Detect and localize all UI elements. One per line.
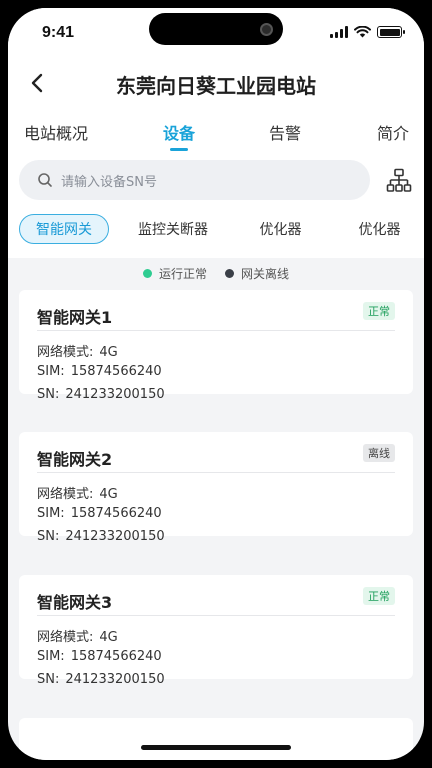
card-divider <box>37 472 395 473</box>
legend-dot-normal <box>142 269 152 278</box>
network-mode-value: 4G <box>99 487 118 502</box>
active-tab-indicator <box>170 148 188 151</box>
sn-row: SN: 241233200150 <box>37 672 165 687</box>
sn-value: 241233200150 <box>65 529 165 544</box>
sn-row: SN: 241233200150 <box>37 387 165 402</box>
sn-value: 241233200150 <box>65 387 165 402</box>
camera-icon <box>260 23 273 36</box>
device-type-filter: 智能网关 监控关断器 优化器 优化器 <box>19 214 424 244</box>
status-icons <box>330 26 405 38</box>
page-title: 东莞向日葵工业园电站 <box>116 74 316 98</box>
network-mode-label: 网络模式: <box>37 345 94 360</box>
cellular-signal-icon <box>330 26 348 38</box>
sim-row: SIM: 15874566240 <box>37 649 162 664</box>
tab-intro[interactable]: 简介 <box>377 120 409 144</box>
filter-chip-optimizer-2[interactable]: 优化器 <box>336 214 423 244</box>
search-icon <box>38 173 52 187</box>
sim-row: SIM: 15874566240 <box>37 364 162 379</box>
sim-value: 15874566240 <box>70 506 162 521</box>
filter-chip-monitor-shutdown[interactable]: 监控关断器 <box>121 214 225 244</box>
tab-devices[interactable]: 设备 <box>163 120 195 144</box>
device-card[interactable]: 智能网关3 正常 网络模式: 4G SIM: 15874566240 SN: 2412… <box>19 575 413 687</box>
sim-label: SIM: <box>37 364 65 379</box>
sn-row: SN: 241233200150 <box>37 529 165 544</box>
legend-normal: 运行正常 <box>142 265 207 282</box>
filter-chip-optimizer[interactable]: 优化器 <box>237 214 324 244</box>
device-card-partial[interactable] <box>19 718 413 760</box>
tab-alarms[interactable]: 告警 <box>269 120 301 144</box>
search-placeholder: 请输入设备SN号 <box>61 174 157 190</box>
sn-label: SN: <box>37 672 60 687</box>
card-divider <box>37 330 395 331</box>
sim-value: 15874566240 <box>70 649 162 664</box>
status-legend: 运行正常 网关离线 <box>8 265 424 282</box>
home-indicator <box>141 745 291 750</box>
sim-value: 15874566240 <box>70 364 162 379</box>
sn-label: SN: <box>37 387 60 402</box>
sim-label: SIM: <box>37 649 65 664</box>
network-mode-label: 网络模式: <box>37 630 94 645</box>
sn-value: 241233200150 <box>65 672 165 687</box>
wifi-icon <box>354 26 371 38</box>
status-time: 9:41 <box>42 24 75 41</box>
tab-bar: 电站概况 设备 告警 简介 <box>8 120 424 156</box>
device-card[interactable]: 智能网关2 离线 网络模式: 4G SIM: 15874566240 SN: 2412… <box>19 432 413 544</box>
search-input[interactable]: 请输入设备SN号 <box>19 160 370 200</box>
topology-icon[interactable] <box>386 168 412 194</box>
status-badge: 离线 <box>363 444 395 462</box>
filter-chip-gateway[interactable]: 智能网关 <box>19 214 109 244</box>
sn-label: SN: <box>37 529 60 544</box>
device-name: 智能网关2 <box>37 450 113 469</box>
sim-label: SIM: <box>37 506 65 521</box>
tab-overview[interactable]: 电站概况 <box>24 120 88 144</box>
network-mode-value: 4G <box>99 345 118 360</box>
network-mode-value: 4G <box>99 630 118 645</box>
legend-dot-offline <box>225 269 234 278</box>
device-card[interactable]: 智能网关1 正常 网络模式: 4G SIM: 15874566240 SN: 2412… <box>19 290 413 402</box>
device-name: 智能网关1 <box>37 308 113 327</box>
phone-screen: 9:41 东莞向日葵工业园电站 电站概况 设备 告警 简介 请输入设备SN号 智… <box>8 8 424 760</box>
battery-icon <box>377 26 405 38</box>
network-mode-row: 网络模式: 4G <box>37 341 118 360</box>
network-mode-row: 网络模式: 4G <box>37 483 118 502</box>
legend-label-normal: 运行正常 <box>158 267 207 281</box>
status-badge: 正常 <box>363 302 395 320</box>
status-badge: 正常 <box>363 587 395 605</box>
network-mode-row: 网络模式: 4G <box>37 626 118 645</box>
card-divider <box>37 615 395 616</box>
legend-offline: 网关离线 <box>225 265 289 282</box>
sim-row: SIM: 15874566240 <box>37 506 162 521</box>
dynamic-island <box>149 13 283 45</box>
legend-label-offline: 网关离线 <box>241 267 290 281</box>
network-mode-label: 网络模式: <box>37 487 94 502</box>
device-name: 智能网关3 <box>37 593 113 612</box>
